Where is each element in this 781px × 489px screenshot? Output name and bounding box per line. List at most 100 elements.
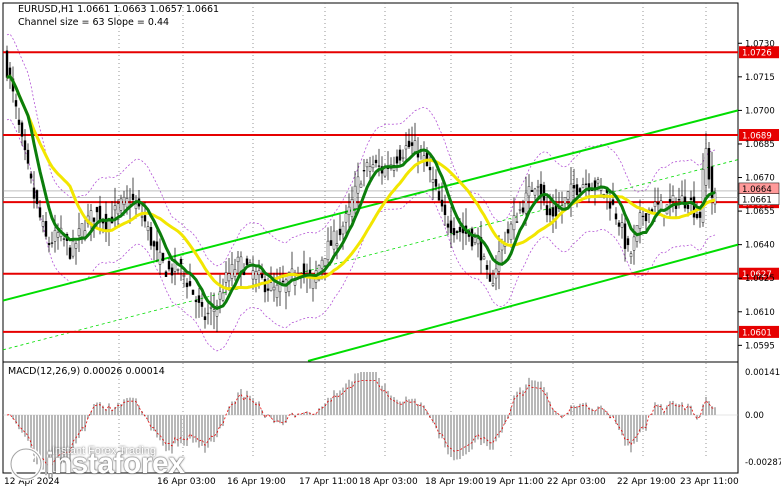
candle-bear	[260, 274, 264, 278]
candle-bull	[596, 179, 600, 184]
candle-bull	[413, 140, 417, 152]
candle-bear	[545, 205, 549, 216]
time-axis-label: 16 Apr 19:00	[227, 477, 286, 487]
price-axis-label: 1.0685	[745, 140, 775, 150]
candle-bull	[494, 268, 498, 279]
candle-bull	[236, 256, 240, 263]
candle-bear	[131, 193, 135, 200]
candle-bull	[632, 236, 636, 251]
candle-bear	[95, 206, 99, 213]
candle-bear	[203, 316, 207, 321]
candle-bear	[449, 220, 453, 234]
candle-bull	[221, 292, 225, 301]
candle-bear	[542, 184, 546, 201]
candle-bear	[452, 228, 456, 236]
candle-bear	[626, 238, 630, 246]
candle-bull	[347, 206, 351, 215]
candle-bull	[182, 275, 186, 277]
candle-bear	[521, 207, 525, 213]
candle-bull	[233, 269, 237, 277]
candle-bull	[401, 156, 405, 159]
time-axis-label: 23 Apr 11:00	[680, 477, 739, 487]
candle-bull	[272, 286, 276, 291]
candle-bull	[344, 213, 348, 223]
candle-bear	[188, 281, 192, 286]
candle-bear	[101, 221, 105, 224]
candle-bear	[5, 50, 9, 78]
price-axis-label: 1.0595	[745, 341, 775, 351]
candle-bull	[524, 192, 528, 214]
candle-bear	[329, 240, 333, 246]
candle-bear	[398, 149, 402, 161]
candle-bull	[224, 272, 228, 283]
candle-bull	[422, 155, 426, 160]
candle-bull	[341, 225, 345, 235]
macd-axis-label: -0.00287	[745, 458, 781, 468]
candle-bear	[29, 173, 33, 179]
candle-bull	[107, 220, 111, 230]
candle-bear	[8, 67, 12, 76]
candle-bear	[644, 213, 648, 222]
price-axis-label: 1.0730	[745, 39, 775, 49]
time-axis-label: 17 Apr 11:00	[299, 477, 358, 487]
candle-bear	[623, 223, 627, 249]
candle-bear	[161, 252, 165, 261]
candle-bull	[227, 273, 231, 282]
candle-bull	[134, 203, 138, 209]
candle-bear	[440, 199, 444, 207]
candle-bear	[362, 170, 366, 172]
candle-bull	[476, 238, 480, 245]
candle-bull	[365, 162, 369, 168]
candle-bear	[446, 223, 450, 228]
candle-bull	[713, 192, 717, 205]
candle-bear	[149, 227, 153, 246]
instaforex-logo-icon	[9, 447, 43, 481]
candle-bull	[482, 256, 486, 260]
level-price-label: 1.0726	[742, 49, 772, 59]
candle-bear	[689, 197, 693, 201]
candle-bear	[152, 241, 156, 247]
candle-bear	[551, 207, 555, 217]
candle-bull	[56, 232, 60, 238]
candle-bull	[509, 223, 513, 240]
candle-bull	[512, 215, 516, 231]
candle-bear	[200, 301, 204, 307]
candle-bear	[23, 140, 27, 151]
candle-bear	[62, 238, 66, 240]
candle-bull	[629, 253, 633, 257]
candle-bear	[686, 204, 690, 209]
price-axis-label: 1.0625	[745, 274, 775, 284]
candle-bull	[335, 243, 339, 246]
candle-bear	[611, 199, 615, 205]
candle-bear	[488, 274, 492, 282]
candle-bear	[428, 166, 432, 171]
candle-bear	[32, 187, 36, 199]
candle-bear	[197, 295, 201, 303]
candle-bear	[677, 199, 681, 201]
candle-bull	[323, 258, 327, 266]
candle-bear	[506, 229, 510, 234]
candle-bull	[71, 240, 75, 257]
price-chart[interactable]: 1.07261.06891.06591.06271.06011.06641.06…	[0, 0, 781, 489]
candle-bear	[674, 205, 678, 209]
candle-bear	[443, 204, 447, 216]
candle-bull	[113, 205, 117, 211]
time-axis-label: 22 Apr 19:00	[617, 477, 676, 487]
level-price-label: 1.0601	[742, 328, 772, 338]
candle-bull	[659, 200, 663, 210]
candle-bull	[527, 186, 531, 197]
candle-bear	[143, 215, 147, 222]
candle-bull	[653, 201, 657, 207]
candle-bear	[458, 226, 462, 233]
candle-bull	[533, 188, 537, 196]
candle-bull	[140, 216, 144, 218]
candle-bull	[701, 169, 705, 223]
candle-bear	[407, 140, 411, 148]
current-price-label: 1.0661	[742, 196, 772, 206]
candle-bear	[179, 258, 183, 265]
candle-bull	[368, 166, 372, 172]
candle-bear	[194, 300, 198, 303]
candle-bull	[119, 198, 123, 211]
candle-bear	[374, 159, 378, 164]
macd-axis-label: 0.00141	[745, 368, 780, 378]
